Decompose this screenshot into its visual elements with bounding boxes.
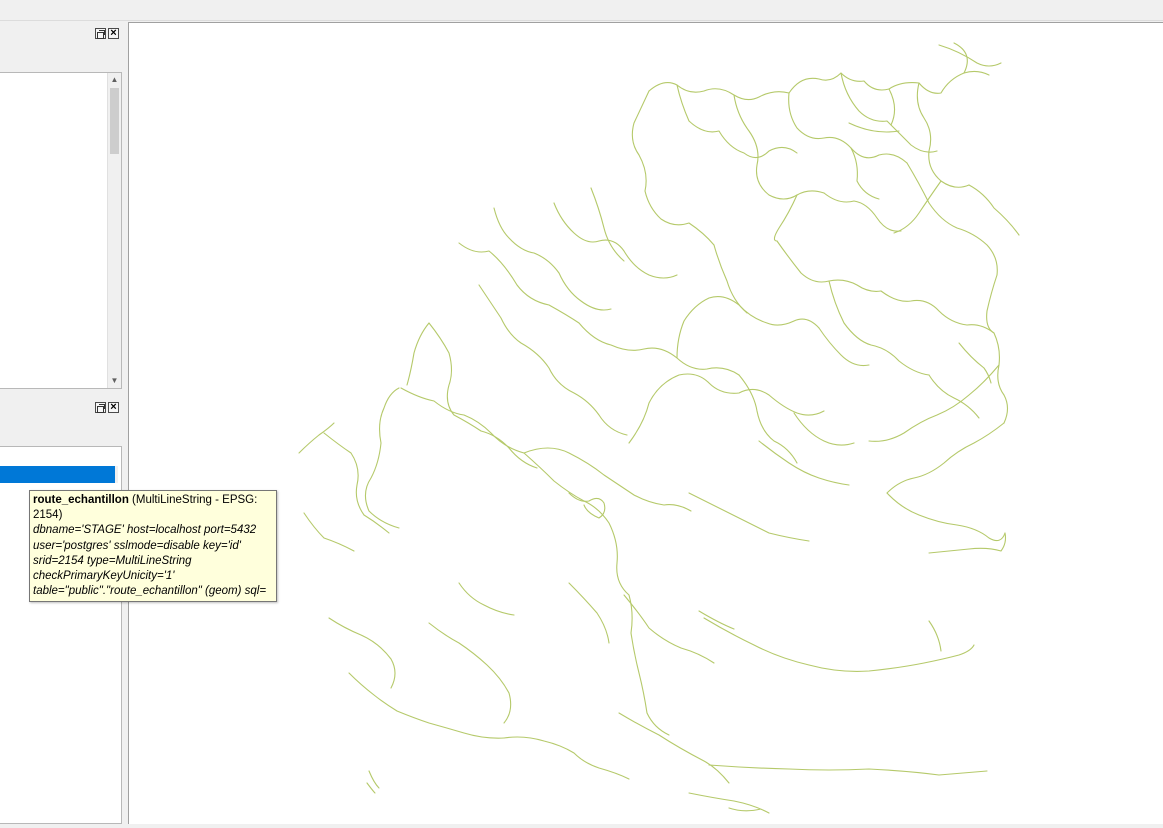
road-line — [776, 240, 882, 292]
road-line — [713, 244, 748, 314]
road-line — [618, 712, 730, 784]
layer-row-selected[interactable] — [0, 466, 118, 483]
road-line — [428, 322, 538, 469]
road-line — [703, 617, 975, 672]
road-line — [623, 594, 715, 664]
road-line — [458, 582, 515, 616]
road-line — [886, 492, 1006, 542]
road-line — [828, 280, 930, 376]
float-dock-icon[interactable] — [95, 402, 106, 413]
road-line — [688, 492, 810, 542]
tooltip-layer-type-cont: 2154) — [33, 509, 63, 522]
road-line — [698, 610, 942, 652]
road-line — [893, 180, 1020, 236]
road-line — [850, 147, 880, 200]
map-canvas[interactable] — [128, 22, 1163, 824]
layers-panel-header: × — [0, 398, 124, 420]
road-line — [928, 374, 980, 419]
road-line — [590, 187, 625, 262]
road-line — [298, 422, 355, 552]
road-line — [823, 192, 902, 232]
scrollbar-thumb[interactable] — [110, 88, 119, 154]
road-line — [708, 764, 988, 776]
road-network-layer — [298, 42, 1020, 814]
road-line — [328, 617, 396, 689]
road-line — [958, 342, 992, 384]
road-line — [568, 582, 610, 644]
road-line — [648, 70, 990, 101]
road-line — [366, 770, 380, 794]
road-line — [793, 327, 870, 446]
road-line — [428, 622, 512, 724]
layer-tooltip: route_echantillon (MultiLineString - EPS… — [29, 490, 277, 603]
road-line — [928, 532, 1007, 554]
road-line — [986, 274, 1009, 424]
vertical-scrollbar[interactable]: ▲ ▼ — [107, 73, 121, 388]
road-line — [631, 90, 715, 246]
road-line — [938, 42, 1002, 74]
road-line — [840, 72, 938, 153]
road-line — [880, 290, 995, 334]
road-line — [886, 422, 1005, 494]
road-line — [568, 492, 606, 519]
scroll-down-arrow-icon[interactable]: ▼ — [108, 374, 121, 388]
road-line — [906, 162, 998, 276]
tooltip-source-line: table="public"."route_echantillon" (geom… — [33, 585, 267, 598]
tooltip-layer-type: (MultiLineString - EPSG: — [128, 494, 258, 506]
road-line — [503, 736, 630, 780]
road-line — [868, 364, 1000, 442]
road-line — [758, 440, 850, 486]
road-line — [628, 373, 825, 444]
menu-toolbar-area — [0, 0, 1163, 21]
road-line — [523, 452, 670, 736]
road-line — [406, 322, 430, 386]
road-line — [323, 432, 390, 534]
road-line — [733, 94, 825, 200]
road-line — [553, 202, 678, 279]
scroll-up-arrow-icon[interactable]: ▲ — [108, 73, 121, 87]
road-line — [916, 82, 970, 188]
close-dock-icon[interactable]: × — [108, 402, 119, 413]
road-line — [400, 387, 525, 454]
road-line — [364, 387, 400, 529]
tooltip-title-line: route_echantillon (MultiLineString - EPS… — [33, 493, 273, 508]
road-line — [676, 296, 820, 359]
road-line — [348, 672, 505, 739]
road-line — [523, 447, 692, 512]
road-line — [676, 84, 798, 159]
tooltip-layer-name: route_echantillon — [33, 494, 129, 506]
close-dock-icon[interactable]: × — [108, 28, 119, 39]
tooltip-source-line: srid=2154 type=MultiLineString — [33, 554, 192, 567]
tooltip-source-line: dbname='STAGE' host=localhost port=5432 — [33, 524, 257, 537]
tooltip-source-line: checkPrimaryKeyUnicity='1' — [33, 570, 175, 583]
road-line — [788, 92, 908, 164]
road-line — [738, 374, 798, 464]
road-line — [493, 207, 612, 311]
float-dock-icon[interactable] — [95, 28, 106, 39]
road-line — [773, 194, 798, 242]
browser-panel-header: × — [0, 24, 124, 46]
tooltip-source-line: user='postgres' sslmode=disable key='id' — [33, 539, 241, 552]
selection-edge — [115, 466, 118, 483]
browser-tree-panel[interactable]: ▲ ▼ — [0, 72, 122, 389]
road-line — [688, 792, 770, 814]
